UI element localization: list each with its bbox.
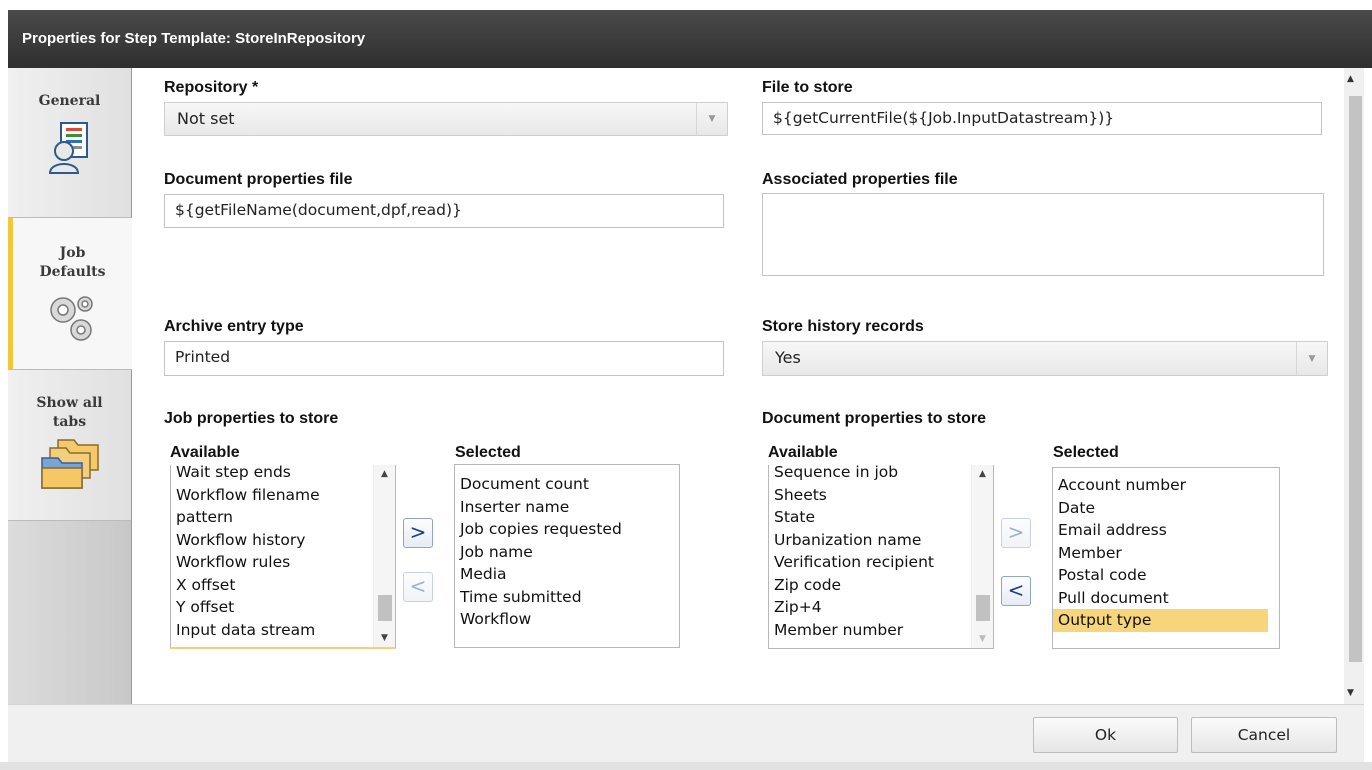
- list-item[interactable]: Y offset: [171, 596, 395, 619]
- store-history-records-select[interactable]: Yes ▼: [762, 341, 1328, 376]
- tab-general[interactable]: General: [8, 68, 132, 218]
- scroll-thumb[interactable]: [378, 595, 392, 621]
- list-item[interactable]: Workflow: [455, 608, 679, 631]
- list-item[interactable]: Sheets: [769, 484, 993, 507]
- list-item[interactable]: Postal code: [1053, 564, 1279, 587]
- dialog-footer: Ok Cancel: [8, 704, 1364, 762]
- list-item[interactable]: Member number: [769, 619, 993, 642]
- document-selected-label: Selected: [1053, 444, 1119, 461]
- job-available-label: Available: [170, 444, 240, 461]
- document-available-list[interactable]: Sequence in job Sheets State Urbanizatio…: [768, 465, 994, 649]
- list-item[interactable]: Job copies requested: [455, 518, 679, 541]
- chevron-down-icon: ▼: [696, 103, 727, 135]
- list-item[interactable]: Workflow rules: [171, 551, 395, 574]
- job-selected-label: Selected: [455, 444, 521, 461]
- tab-show-all[interactable]: Show all tabs: [8, 370, 132, 521]
- cancel-button[interactable]: Cancel: [1191, 717, 1337, 753]
- scroll-up-arrow-icon[interactable]: ▲: [1347, 74, 1354, 84]
- list-item[interactable]: Email address: [1053, 519, 1279, 542]
- scroll-down-arrow-icon[interactable]: ▼: [374, 633, 395, 643]
- tab-job-defaults-label: Job Defaults: [39, 245, 106, 280]
- list-item[interactable]: Member: [1053, 542, 1279, 565]
- gears-icon: [49, 296, 93, 341]
- repository-value: Not set: [177, 109, 235, 128]
- scroll-thumb[interactable]: [976, 595, 990, 621]
- scroll-down-arrow-icon[interactable]: ▼: [972, 634, 993, 644]
- repository-select[interactable]: Not set ▼: [164, 102, 728, 136]
- list-item[interactable]: Time submitted: [455, 586, 679, 609]
- tab-job-defaults[interactable]: Job Defaults: [8, 218, 132, 370]
- list-item[interactable]: Document count: [455, 473, 679, 496]
- list-item[interactable]: Pull document: [1053, 587, 1279, 610]
- list-item[interactable]: X offset: [171, 574, 395, 597]
- ok-button[interactable]: Ok: [1033, 717, 1178, 753]
- list-item[interactable]: Account number: [1053, 474, 1279, 497]
- document-properties-title: Document properties to store: [762, 410, 987, 427]
- list-scrollbar[interactable]: ▲ ▼: [373, 465, 395, 647]
- list-item[interactable]: Media: [455, 563, 679, 586]
- document-remove-button[interactable]: <: [1001, 576, 1031, 606]
- list-item[interactable]: Urbanization name: [769, 529, 993, 552]
- list-scrollbar[interactable]: ▲ ▼: [971, 465, 993, 648]
- archive-entry-type-label: Archive entry type: [164, 318, 304, 335]
- list-item[interactable]: Wait step ends: [171, 465, 395, 484]
- list-item[interactable]: Input data stream: [171, 619, 395, 642]
- repository-label: Repository *: [164, 79, 259, 96]
- sidebar-filler: [8, 521, 132, 704]
- list-item[interactable]: Inserter name: [455, 496, 679, 519]
- associated-properties-file-textarea[interactable]: [762, 193, 1324, 276]
- scroll-down-arrow-icon[interactable]: ▼: [1347, 688, 1354, 698]
- list-item[interactable]: State: [769, 506, 993, 529]
- list-item[interactable]: Job name: [455, 541, 679, 564]
- scroll-thumb[interactable]: [1349, 96, 1362, 662]
- list-item[interactable]: Zip code: [769, 574, 993, 597]
- background-strip: [0, 762, 1372, 770]
- list-item[interactable]: Verification recipient: [769, 551, 993, 574]
- tab-general-label: General: [38, 93, 101, 109]
- scroll-up-arrow-icon[interactable]: ▲: [972, 469, 993, 479]
- job-properties-title: Job properties to store: [164, 410, 339, 427]
- sidebar: General Job Defaults Show all tabs: [8, 68, 132, 704]
- list-item[interactable]: Workflow filename: [171, 484, 395, 507]
- file-to-store-input[interactable]: ${getCurrentFile(${Job.InputDatastream})…: [762, 102, 1322, 135]
- list-item[interactable]: Workflow history: [171, 529, 395, 552]
- store-history-records-value: Yes: [775, 348, 801, 367]
- list-item[interactable]: Date: [1053, 497, 1279, 520]
- document-available-label: Available: [768, 444, 838, 461]
- document-add-button[interactable]: >: [1001, 518, 1031, 548]
- file-to-store-label: File to store: [762, 79, 853, 96]
- job-available-list[interactable]: Wait step ends Workflow filename pattern…: [170, 465, 396, 649]
- job-add-button[interactable]: >: [403, 518, 433, 548]
- list-item[interactable]: pattern: [171, 506, 395, 529]
- tab-show-all-label: Show all tabs: [36, 395, 103, 430]
- dialog-title: Properties for Step Template: StoreInRep…: [22, 30, 366, 47]
- list-item[interactable]: Zip+4: [769, 596, 993, 619]
- archive-entry-type-input[interactable]: Printed: [164, 341, 724, 376]
- job-selected-list[interactable]: Document count Inserter name Job copies …: [454, 464, 680, 648]
- chevron-down-icon: ▼: [1296, 342, 1327, 375]
- user-document-icon: [48, 122, 88, 174]
- list-item-selected[interactable]: Output type: [1053, 609, 1268, 632]
- main-scrollbar[interactable]: ▲ ▼: [1344, 68, 1364, 704]
- document-properties-file-input[interactable]: ${getFileName(document,dpf,read)}: [164, 194, 724, 228]
- folders-icon: [40, 439, 99, 489]
- list-item[interactable]: Sequence in job: [769, 465, 993, 484]
- associated-properties-file-label: Associated properties file: [762, 171, 958, 188]
- scroll-up-arrow-icon[interactable]: ▲: [374, 469, 395, 479]
- dialog-titlebar: Properties for Step Template: StoreInRep…: [8, 10, 1372, 68]
- job-remove-button[interactable]: <: [403, 572, 433, 602]
- store-history-records-label: Store history records: [762, 318, 924, 335]
- document-properties-file-label: Document properties file: [164, 171, 353, 188]
- document-selected-list[interactable]: Account number Date Email address Member…: [1052, 467, 1280, 649]
